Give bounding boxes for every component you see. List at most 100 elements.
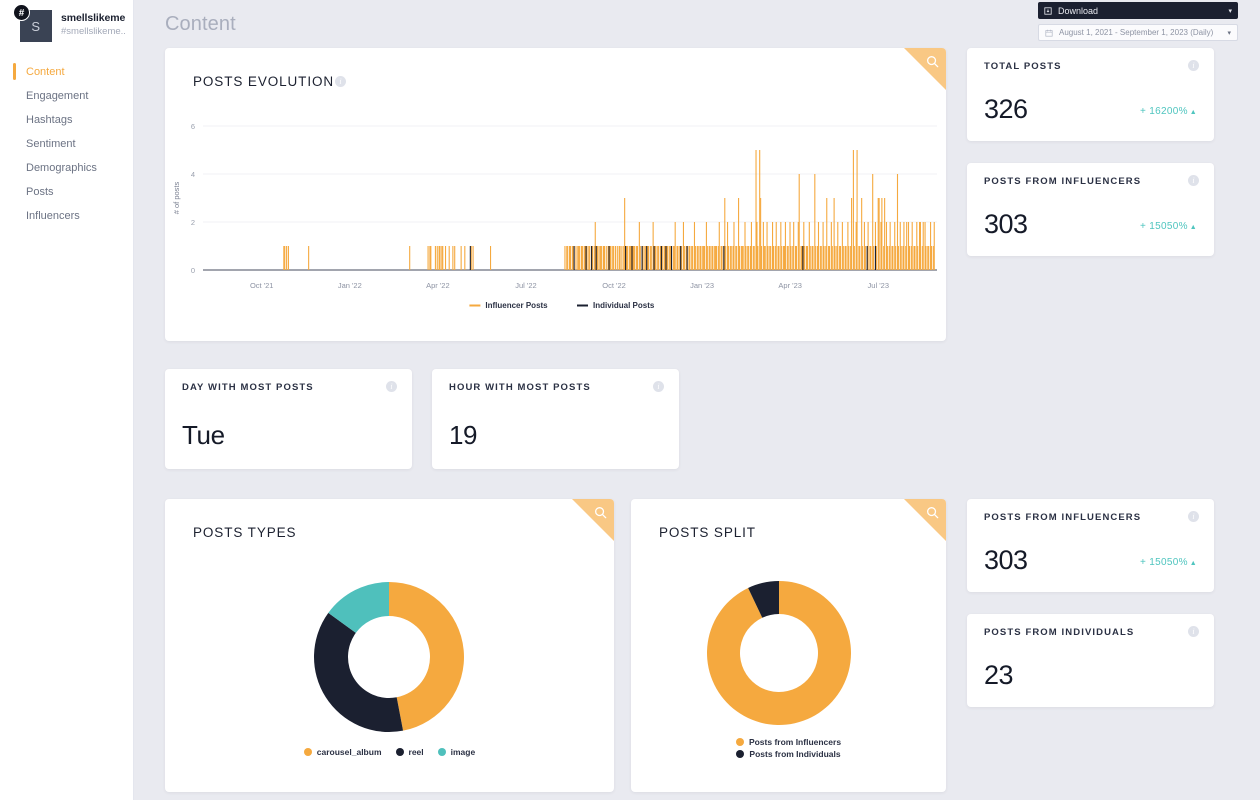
legend-color-swatch <box>736 750 745 758</box>
kpi-value: 326 <box>984 94 1028 124</box>
sidebar-item-posts[interactable]: Posts <box>0 180 133 204</box>
kpi-value: 23 <box>984 660 1014 690</box>
trend-up-icon: ▲ <box>1189 109 1197 116</box>
donut-slice[interactable] <box>389 582 465 731</box>
kpi-value: 303 <box>984 209 1028 239</box>
legend-label: Posts from Influencers <box>748 737 842 747</box>
legend-label: image <box>450 747 476 757</box>
legend-color-swatch <box>395 748 404 756</box>
profile-block[interactable]: # S smellslikeme... #smellslikeme... <box>0 0 133 46</box>
legend-color-swatch <box>303 748 312 756</box>
posts-split-title: POSTS SPLIT <box>659 525 756 540</box>
download-button[interactable]: Download ▾ <box>1038 2 1238 19</box>
x-axis-tick: Jul '23 <box>868 281 889 290</box>
posts-evolution-legend: Influencer Posts Individual Posts <box>469 301 655 310</box>
posts-types-legend: carousel_album reel image <box>165 747 614 757</box>
trend-up-icon: ▲ <box>1189 560 1197 567</box>
legend-color-swatch <box>437 748 446 756</box>
info-icon[interactable]: i <box>386 381 397 392</box>
trend-up-icon: ▲ <box>1189 224 1197 231</box>
kpi-label: POSTS FROM INFLUENCERS <box>984 512 1142 523</box>
kpi-delta-value: + 15050% <box>1140 557 1188 568</box>
sidebar-item-label: Posts <box>26 186 54 198</box>
day-most-posts-value: Tue <box>182 420 225 450</box>
sidebar-item-label: Influencers <box>26 210 80 222</box>
profile-text: smellslikeme... #smellslikeme... <box>61 10 125 37</box>
kpi-delta-value: + 16200% <box>1140 106 1188 117</box>
dashboard-root: # S smellslikeme... #smellslikeme... Con… <box>0 0 1260 800</box>
legend-item[interactable]: carousel_album <box>303 747 382 757</box>
download-icon <box>1044 6 1052 15</box>
sidebar-item-sentiment[interactable]: Sentiment <box>0 132 133 156</box>
sidebar-item-label: Content <box>26 66 65 78</box>
expand-chart-button[interactable] <box>572 499 614 541</box>
day-most-posts-label: DAY WITH MOST POSTS <box>182 382 314 393</box>
sidebar-nav: Content Engagement Hashtags Sentiment Demogr… <box>0 60 133 228</box>
kpi-delta-value: + 15050% <box>1140 221 1188 232</box>
y-axis-label: # of posts <box>172 181 181 214</box>
page-title: Content <box>165 13 236 35</box>
posts-split-card: POSTS SPLIT Posts from Influencers Posts … <box>631 499 946 792</box>
sidebar-item-content[interactable]: Content <box>0 60 133 84</box>
info-icon[interactable]: i <box>653 381 664 392</box>
x-axis-tick: Jan '23 <box>690 281 714 290</box>
legend-item[interactable]: reel <box>395 747 424 757</box>
info-icon[interactable]: i <box>1188 626 1199 637</box>
posts-evolution-svg: 0 2 4 6 # of posts Oct '21 Jan '22 Apr '22 Jul '… <box>172 122 937 310</box>
sidebar-item-label: Sentiment <box>26 138 76 150</box>
legend-color-swatch <box>735 738 744 746</box>
sidebar-item-engagement[interactable]: Engagement <box>0 84 133 108</box>
legend-label: carousel_album <box>316 747 382 757</box>
date-range-picker[interactable]: August 1, 2021 - September 1, 2023 (Dail… <box>1038 24 1238 41</box>
profile-name: smellslikeme... <box>61 12 125 24</box>
y-axis-tick: 4 <box>191 170 195 179</box>
kpi-value: 303 <box>984 545 1028 575</box>
hour-most-posts-value: 19 <box>449 420 478 450</box>
kpi-label: POSTS FROM INFLUENCERS <box>984 176 1142 187</box>
y-axis-tick: 0 <box>191 266 195 275</box>
date-range-value: August 1, 2021 - September 1, 2023 (Dail… <box>1059 28 1214 37</box>
legend-item[interactable]: Posts from Individuals <box>736 749 841 759</box>
hour-with-most-posts-card: HOUR WITH MOST POSTS i 19 <box>432 369 679 469</box>
download-button-label: Download <box>1058 5 1099 16</box>
day-with-most-posts-card: DAY WITH MOST POSTS i Tue <box>165 369 412 469</box>
y-axis-tick: 6 <box>191 122 195 131</box>
hour-most-posts-label: HOUR WITH MOST POSTS <box>449 382 591 393</box>
corner-triangle <box>572 499 614 541</box>
legend-item[interactable]: Posts from Influencers <box>735 737 842 747</box>
info-icon[interactable]: i <box>1188 511 1199 522</box>
x-axis-tick: Jan '22 <box>338 281 362 290</box>
sidebar-item-hashtags[interactable]: Hashtags <box>0 108 133 132</box>
posts-types-title: POSTS TYPES <box>193 525 297 540</box>
sidebar-item-influencers[interactable]: Influencers <box>0 204 133 228</box>
kpi-label: TOTAL POSTS <box>984 61 1062 72</box>
posts-evolution-card: POSTS EVOLUTION i 0 2 4 6 # of posts Oct '21 J… <box>165 48 946 341</box>
kpi-delta: + 16200% ▲ <box>1140 106 1197 117</box>
expand-chart-button[interactable] <box>904 499 946 541</box>
kpi-label: POSTS FROM INDIVIDUALS <box>984 627 1135 638</box>
donut-slice[interactable] <box>314 612 404 732</box>
kpi-card-posts-from-influencers-top: POSTS FROM INFLUENCERS i 303 + 15050% ▲ <box>967 163 1214 256</box>
calendar-icon <box>1045 29 1053 37</box>
x-axis-tick: Jul '22 <box>515 281 536 290</box>
chevron-down-icon: ▾ <box>1228 7 1232 15</box>
posts-evolution-plot: 0 2 4 6 # of posts Oct '21 Jan '22 Apr '22 Jul '… <box>165 48 946 341</box>
topbar-controls: Download ▾ August 1, 2021 - September 1,… <box>1038 2 1238 41</box>
x-axis-tick: Oct '21 <box>250 281 274 290</box>
sidebar: # S smellslikeme... #smellslikeme... Con… <box>0 0 134 800</box>
posts-types-card: POSTS TYPES carousel_album reel image <box>165 499 614 792</box>
info-icon[interactable]: i <box>1188 175 1199 186</box>
sidebar-item-demographics[interactable]: Demographics <box>0 156 133 180</box>
legend-item[interactable]: image <box>437 747 476 757</box>
legend-label: Individual Posts <box>593 301 655 310</box>
profile-handle: #smellslikeme... <box>61 26 125 37</box>
legend-label: reel <box>408 747 424 757</box>
kpi-delta: + 15050% ▲ <box>1140 221 1197 232</box>
info-icon[interactable]: i <box>1188 60 1199 71</box>
kpi-delta: + 15050% ▲ <box>1140 557 1197 568</box>
sidebar-item-label: Demographics <box>26 162 97 174</box>
posts-split-legend: Posts from Influencers Posts from Individ… <box>631 737 946 759</box>
magnifier-icon <box>595 507 607 519</box>
magnifier-icon <box>927 507 939 519</box>
kpi-card-posts-from-influencers-bottom: POSTS FROM INFLUENCERS i 303 + 15050% ▲ <box>967 499 1214 592</box>
